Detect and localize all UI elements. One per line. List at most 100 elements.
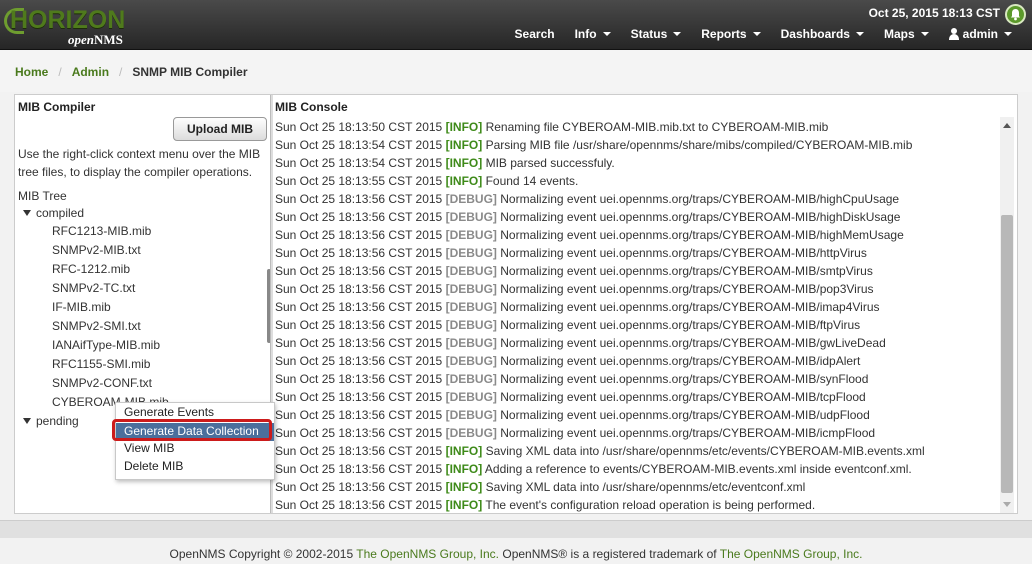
breadcrumb-admin[interactable]: Admin bbox=[72, 65, 109, 79]
mib-file-item[interactable]: SNMPv2-TC.txt bbox=[52, 281, 135, 295]
tree-node-compiled-label: compiled bbox=[36, 206, 85, 220]
tree-node-pending-label: pending bbox=[36, 414, 79, 428]
console-line: Sun Oct 25 18:13:56 CST 2015 [INFO] Savi… bbox=[275, 478, 995, 496]
mib-file-item[interactable]: IF-MIB.mib bbox=[52, 300, 111, 314]
console-line: Sun Oct 25 18:13:56 CST 2015 [DEBUG] Nor… bbox=[275, 226, 995, 244]
console-message: Saving XML data into /usr/share/opennms/… bbox=[485, 480, 806, 494]
mib-tree-label: MIB Tree bbox=[18, 189, 67, 203]
expand-triangle-icon[interactable] bbox=[23, 210, 31, 216]
console-timestamp: Sun Oct 25 18:13:56 CST 2015 bbox=[275, 462, 443, 476]
bell-icon[interactable] bbox=[1005, 4, 1026, 25]
main-nav: Search Info Status Reports Dashboards Maps adm… bbox=[505, 25, 1022, 43]
mib-file-item[interactable]: SNMPv2-MIB.txt bbox=[52, 243, 141, 257]
footer-group-link[interactable]: The OpenNMS Group, Inc. bbox=[720, 547, 863, 561]
nav-dashboards[interactable]: Dashboards bbox=[771, 25, 874, 43]
console-level: [INFO] bbox=[445, 480, 483, 494]
breadcrumb-home[interactable]: Home bbox=[15, 65, 48, 79]
context-menu-item-generate-events[interactable]: Generate Events bbox=[124, 405, 214, 419]
context-menu-item-delete-mib[interactable]: Delete MIB bbox=[124, 459, 183, 473]
console-line: Sun Oct 25 18:13:56 CST 2015 [DEBUG] Nor… bbox=[275, 388, 995, 406]
console-level: [INFO] bbox=[445, 174, 483, 188]
console-line: Sun Oct 25 18:13:56 CST 2015 [DEBUG] Nor… bbox=[275, 208, 995, 226]
mib-file-item[interactable]: RFC1155-SMI.mib bbox=[52, 357, 150, 371]
console-level: [INFO] bbox=[445, 156, 483, 170]
console-timestamp: Sun Oct 25 18:13:56 CST 2015 bbox=[275, 498, 443, 512]
caret-down-icon bbox=[673, 32, 682, 36]
console-line: Sun Oct 25 18:13:56 CST 2015 [DEBUG] Nor… bbox=[275, 424, 995, 442]
console-log: Sun Oct 25 18:13:50 CST 2015 [INFO] Rena… bbox=[275, 118, 995, 514]
mib-file-item[interactable]: SNMPv2-SMI.txt bbox=[52, 319, 141, 333]
scroll-up-arrow-icon[interactable] bbox=[1003, 123, 1011, 128]
console-level: [DEBUG] bbox=[445, 426, 497, 440]
console-message: Normalizing event uei.opennms.org/traps/… bbox=[500, 408, 870, 422]
nav-label: admin bbox=[962, 27, 998, 41]
console-line: Sun Oct 25 18:13:56 CST 2015 [INFO] The … bbox=[275, 496, 995, 514]
console-level: [DEBUG] bbox=[445, 264, 497, 278]
console-message: Normalizing event uei.opennms.org/traps/… bbox=[500, 264, 873, 278]
scroll-down-arrow-icon[interactable] bbox=[1003, 502, 1011, 507]
console-level: [DEBUG] bbox=[445, 246, 497, 260]
console-timestamp: Sun Oct 25 18:13:56 CST 2015 bbox=[275, 246, 443, 260]
console-line: Sun Oct 25 18:13:56 CST 2015 [DEBUG] Nor… bbox=[275, 370, 995, 388]
nav-label: Search bbox=[514, 27, 555, 41]
console-level: [DEBUG] bbox=[445, 192, 497, 206]
console-timestamp: Sun Oct 25 18:13:56 CST 2015 bbox=[275, 426, 443, 440]
console-line: Sun Oct 25 18:13:50 CST 2015 [INFO] Rena… bbox=[275, 118, 995, 136]
footer-group-link[interactable]: The OpenNMS Group, Inc. bbox=[356, 547, 499, 561]
console-timestamp: Sun Oct 25 18:13:56 CST 2015 bbox=[275, 336, 443, 350]
nav-label: Status bbox=[630, 27, 668, 41]
tree-node-compiled[interactable]: compiled bbox=[23, 206, 84, 220]
console-line: Sun Oct 25 18:13:56 CST 2015 [DEBUG] Nor… bbox=[275, 406, 995, 424]
breadcrumb-separator: / bbox=[119, 65, 123, 79]
console-line: Sun Oct 25 18:13:56 CST 2015 [DEBUG] Nor… bbox=[275, 352, 995, 370]
console-level: [DEBUG] bbox=[445, 282, 497, 296]
breadcrumb-current: SNMP MIB Compiler bbox=[132, 65, 248, 79]
nav-admin[interactable]: admin bbox=[939, 25, 1022, 43]
horizon-logo[interactable]: HORIZON openNMS bbox=[4, 6, 134, 47]
logo-sub-text: openNMS bbox=[68, 32, 123, 47]
console-message: Normalizing event uei.opennms.org/traps/… bbox=[500, 336, 886, 350]
nav-maps[interactable]: Maps bbox=[874, 25, 939, 43]
console-scrollbar[interactable] bbox=[1000, 117, 1014, 513]
console-message: Found 14 events. bbox=[485, 174, 579, 188]
upload-mib-button[interactable]: Upload MIB bbox=[173, 117, 267, 141]
nav-status[interactable]: Status bbox=[621, 25, 692, 43]
console-message: Saving XML data into /usr/share/opennms/… bbox=[485, 444, 925, 458]
tree-node-pending[interactable]: pending bbox=[23, 414, 79, 428]
user-icon bbox=[948, 28, 959, 40]
console-timestamp: Sun Oct 25 18:13:50 CST 2015 bbox=[275, 120, 443, 134]
mib-file-item[interactable]: SNMPv2-CONF.txt bbox=[52, 376, 152, 390]
mib-file-item[interactable]: RFC-1212.mib bbox=[52, 262, 130, 276]
console-line: Sun Oct 25 18:13:55 CST 2015 [INFO] Foun… bbox=[275, 172, 995, 190]
nav-reports[interactable]: Reports bbox=[691, 25, 770, 43]
console-line: Sun Oct 25 18:13:56 CST 2015 [DEBUG] Nor… bbox=[275, 280, 995, 298]
mib-file-item[interactable]: IANAifType-MIB.mib bbox=[52, 338, 160, 352]
console-timestamp: Sun Oct 25 18:13:56 CST 2015 bbox=[275, 210, 443, 224]
console-level: [DEBUG] bbox=[445, 336, 497, 350]
mib-console-title: MIB Console bbox=[275, 100, 348, 114]
mib-compiler-title: MIB Compiler bbox=[18, 100, 96, 114]
nav-search[interactable]: Search bbox=[505, 25, 565, 43]
context-menu: Generate Events Generate Data Collection V… bbox=[115, 402, 275, 480]
console-timestamp: Sun Oct 25 18:13:56 CST 2015 bbox=[275, 282, 443, 296]
console-message: The event's configuration reload operati… bbox=[485, 498, 816, 512]
console-level: [INFO] bbox=[445, 498, 483, 512]
expand-triangle-icon[interactable] bbox=[23, 418, 31, 424]
context-menu-item-view-mib[interactable]: View MIB bbox=[124, 441, 174, 455]
console-message: Normalizing event uei.opennms.org/traps/… bbox=[500, 282, 874, 296]
console-line: Sun Oct 25 18:13:54 CST 2015 [INFO] Pars… bbox=[275, 136, 995, 154]
scrollbar-thumb[interactable] bbox=[1001, 215, 1013, 493]
header-datetime: Oct 25, 2015 18:13 CST bbox=[868, 6, 1000, 20]
console-line: Sun Oct 25 18:13:56 CST 2015 [DEBUG] Nor… bbox=[275, 262, 995, 280]
mib-file-item[interactable]: RFC1213-MIB.mib bbox=[52, 224, 151, 238]
console-level: [DEBUG] bbox=[445, 408, 497, 422]
console-level: [DEBUG] bbox=[445, 372, 497, 386]
console-timestamp: Sun Oct 25 18:13:54 CST 2015 bbox=[275, 138, 443, 152]
mib-console-panel: MIB Console Sun Oct 25 18:13:50 CST 2015… bbox=[273, 95, 1017, 513]
console-timestamp: Sun Oct 25 18:13:56 CST 2015 bbox=[275, 372, 443, 386]
footer-trademark: OpenNMS® is a registered trademark of bbox=[502, 547, 717, 561]
nav-label: Reports bbox=[701, 27, 747, 41]
console-timestamp: Sun Oct 25 18:13:56 CST 2015 bbox=[275, 390, 443, 404]
console-level: [DEBUG] bbox=[445, 390, 497, 404]
nav-info[interactable]: Info bbox=[565, 25, 621, 43]
